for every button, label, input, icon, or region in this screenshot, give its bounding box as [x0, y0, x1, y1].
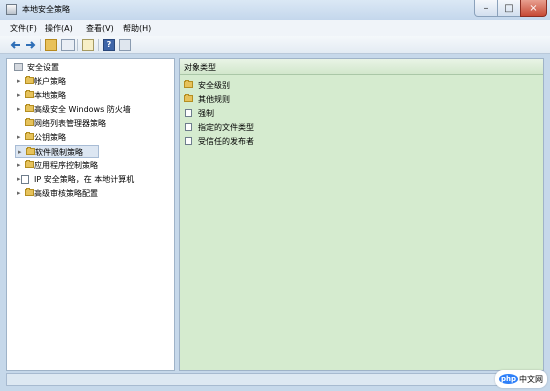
navigation-tree: 安全设置 ▸ 帐户策略 ▸ 本地策略 ▸ 高级安全 Windows 防火墙 网络…	[6, 58, 175, 371]
tree-item-label: 高级审核策略配置	[34, 189, 98, 198]
tree-item-label: 帐户策略	[34, 77, 66, 86]
expand-arrow-icon[interactable]: ▸	[17, 105, 23, 113]
column-header[interactable]: 对象类型	[180, 59, 543, 75]
folder-icon	[25, 160, 34, 168]
tree-item-label: 本地策略	[34, 91, 66, 100]
security-settings-icon	[14, 63, 23, 71]
tree-item-local-policies[interactable]: ▸ 本地策略	[17, 89, 167, 102]
document-icon	[185, 109, 192, 117]
view-icon[interactable]	[61, 39, 75, 51]
toolbar-separator	[77, 39, 78, 51]
expand-arrow-icon[interactable]: ▸	[17, 77, 23, 85]
expand-arrow-icon[interactable]: ▸	[17, 133, 23, 141]
folder-icon	[25, 188, 34, 196]
export-icon[interactable]	[82, 39, 94, 51]
tree-item-public-key[interactable]: ▸ 公钥策略	[17, 131, 167, 144]
forward-icon[interactable]	[24, 39, 36, 51]
folder-icon	[184, 80, 193, 88]
watermark-brand: php	[498, 374, 518, 384]
expand-arrow-icon[interactable]: ▸	[17, 91, 23, 99]
tree-item-windows-firewall[interactable]: ▸ 高级安全 Windows 防火墙	[17, 103, 172, 116]
tree-item-label: 公钥策略	[34, 133, 66, 142]
details-item-enforcement[interactable]: 强制	[184, 107, 274, 119]
details-item-trusted-publishers[interactable]: 受信任的发布者	[184, 135, 294, 147]
up-folder-icon[interactable]	[45, 39, 57, 51]
app-window: 本地安全策略 – □ × 文件(F) 操作(A) 查看(V) 帮助(H) ? 安…	[0, 0, 550, 391]
details-item-security-levels[interactable]: 安全级别	[184, 79, 274, 91]
back-icon[interactable]	[10, 39, 22, 51]
menu-help[interactable]: 帮助(H)	[123, 23, 151, 34]
tree-item-ip-security[interactable]: ▸ IP 安全策略，在 本地计算机	[17, 173, 177, 186]
folder-icon	[25, 76, 34, 84]
maximize-button[interactable]: □	[497, 0, 521, 17]
close-button[interactable]: ×	[520, 0, 547, 17]
details-item-label: 其他规则	[198, 95, 230, 104]
expand-arrow-icon[interactable]: ▸	[18, 148, 24, 156]
expand-arrow-icon[interactable]: ▸	[17, 161, 23, 169]
menu-action[interactable]: 操作(A)	[45, 23, 73, 34]
status-bar	[6, 373, 544, 386]
details-item-label: 受信任的发布者	[198, 137, 254, 146]
folder-icon	[25, 132, 34, 140]
document-icon	[185, 137, 192, 145]
tree-root-label: 安全设置	[27, 63, 59, 72]
menu-bar: 文件(F) 操作(A) 查看(V) 帮助(H)	[0, 20, 550, 36]
expand-arrow-icon	[17, 119, 23, 127]
menu-file[interactable]: 文件(F)	[10, 23, 37, 34]
window-title: 本地安全策略	[22, 5, 70, 14]
tree-root[interactable]: 安全设置	[10, 61, 170, 74]
tree-item-label: 应用程序控制策略	[34, 161, 98, 170]
folder-icon	[25, 90, 34, 98]
column-header-object-type[interactable]: 对象类型	[184, 62, 216, 73]
details-pane: 对象类型 安全级别 其他规则 强制 指定的文件类型 受信任的发布者	[179, 58, 544, 371]
title-bar: 本地安全策略 – □ ×	[0, 0, 550, 20]
security-policy-icon	[21, 175, 29, 184]
folder-icon	[184, 94, 193, 102]
expand-arrow-icon[interactable]: ▸	[17, 189, 23, 197]
tree-item-advanced-audit[interactable]: ▸ 高级审核策略配置	[17, 187, 167, 200]
details-item-label: 指定的文件类型	[198, 123, 254, 132]
tree-item-app-control[interactable]: ▸ 应用程序控制策略	[17, 159, 167, 172]
minimize-button[interactable]: –	[474, 0, 498, 17]
details-item-designated-file-types[interactable]: 指定的文件类型	[184, 121, 294, 133]
tree-item-software-restriction[interactable]: ▸ 软件限制策略	[15, 145, 99, 158]
tree-item-network-list[interactable]: 网络列表管理器策略	[17, 117, 167, 130]
folder-icon	[26, 147, 35, 155]
toolbar-separator	[40, 39, 41, 51]
tree-item-label: 网络列表管理器策略	[34, 119, 106, 128]
folder-icon	[25, 118, 34, 126]
console-icon[interactable]	[119, 39, 131, 51]
toolbar: ?	[0, 36, 550, 54]
app-icon	[6, 4, 17, 15]
folder-icon	[25, 104, 34, 112]
tree-item-account-policies[interactable]: ▸ 帐户策略	[17, 75, 167, 88]
tree-item-label: IP 安全策略，在 本地计算机	[34, 175, 135, 184]
document-icon	[185, 123, 192, 131]
toolbar-separator	[98, 39, 99, 51]
help-icon[interactable]: ?	[103, 39, 115, 51]
details-item-label: 强制	[198, 109, 214, 118]
watermark-text: 中文网	[519, 374, 543, 384]
tree-item-label: 高级安全 Windows 防火墙	[34, 105, 131, 114]
details-item-label: 安全级别	[198, 81, 230, 90]
tree-item-label: 软件限制策略	[35, 148, 83, 157]
php-chinese-watermark: php 中文网	[495, 370, 547, 388]
details-item-additional-rules[interactable]: 其他规则	[184, 93, 274, 105]
menu-view[interactable]: 查看(V)	[86, 23, 114, 34]
